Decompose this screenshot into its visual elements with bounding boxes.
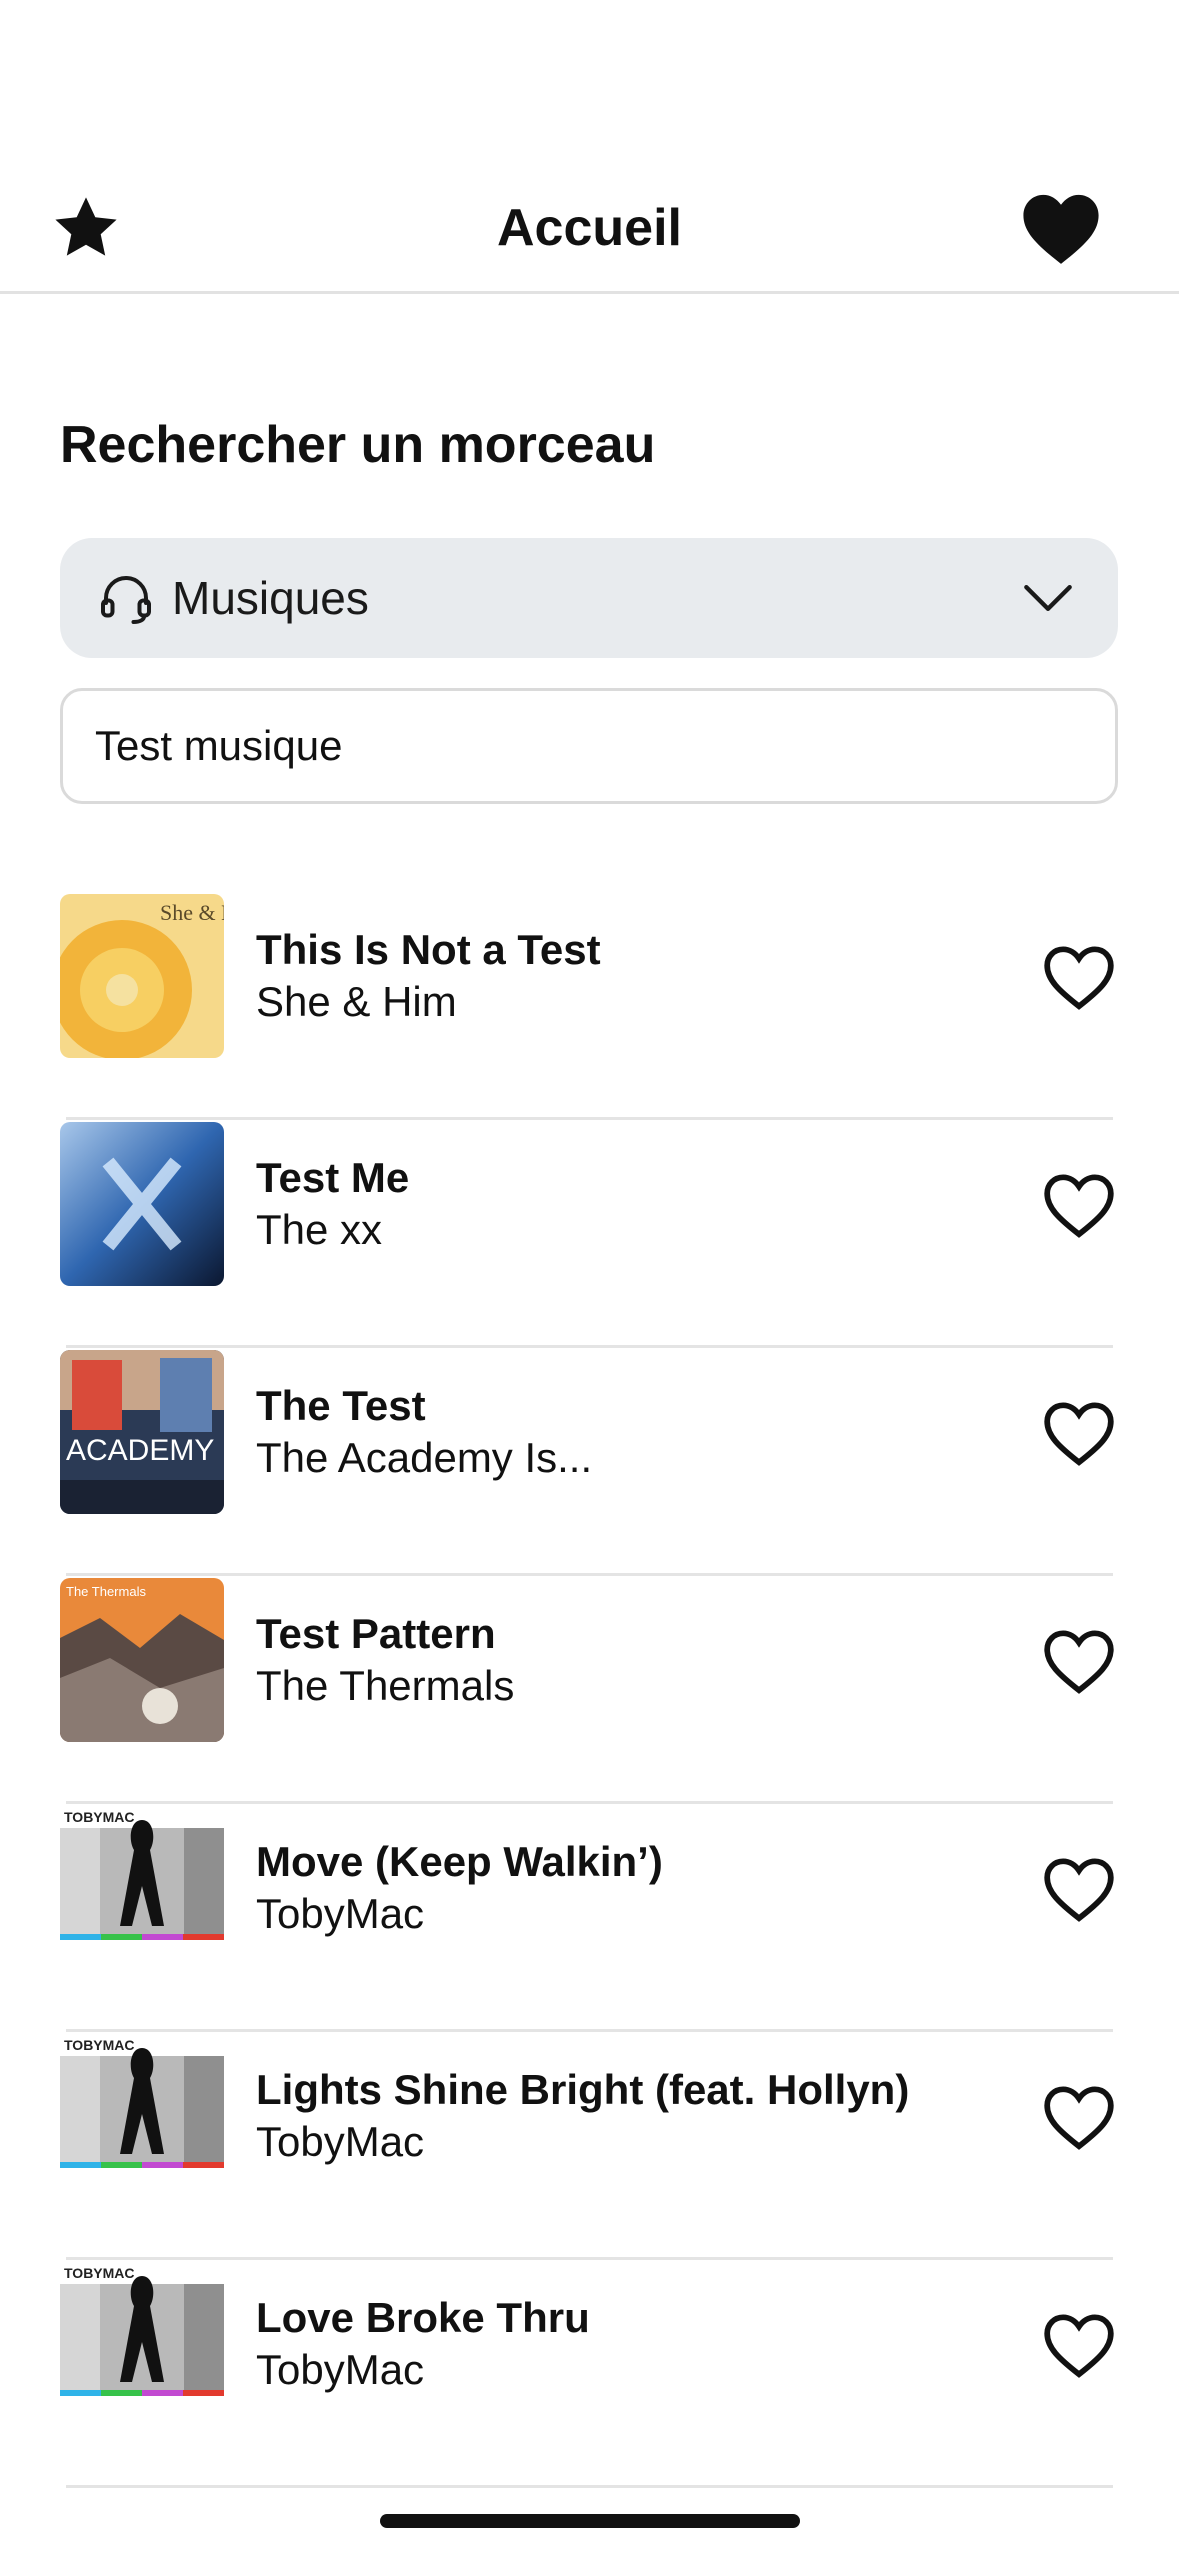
results-list: She & Him This Is Not a Test She & Him <box>0 892 1179 2488</box>
heart-outline-icon[interactable] <box>1040 1170 1118 1240</box>
artwork-text: TOBYMAC <box>64 1809 135 1825</box>
track-title: Test Me <box>256 1154 410 1201</box>
result-row[interactable]: TOBYMAC Lights Shine Bright (feat. Holly… <box>0 2032 1179 2260</box>
track-title: This Is Not a Test <box>256 926 601 973</box>
category-dropdown[interactable]: Musiques <box>60 538 1118 658</box>
headphones-icon <box>100 576 151 624</box>
album-artwork: ACADEMY <box>60 1350 224 1514</box>
artwork-text: TOBYMAC <box>64 2265 135 2281</box>
track-artist: She & Him <box>256 978 457 1025</box>
album-artwork: TOBYMAC <box>60 1806 224 1970</box>
artwork-text: She & Him <box>160 900 224 925</box>
navigation-bar: Accueil <box>0 0 1179 294</box>
page-title: Accueil <box>497 199 682 257</box>
album-artwork: She & Him <box>60 894 224 1058</box>
album-artwork: The Thermals <box>60 1578 224 1742</box>
search-section-title: Rechercher un morceau <box>60 416 656 474</box>
track-artist: TobyMac <box>256 2346 425 2393</box>
track-artist: TobyMac <box>256 2118 425 2165</box>
result-row[interactable]: The Thermals Test Pattern The Thermals <box>0 1576 1179 1804</box>
heart-outline-icon[interactable] <box>1040 1626 1118 1696</box>
track-artist: The xx <box>256 1206 383 1253</box>
track-title: Lights Shine Bright (feat. Hollyn) <box>256 2066 910 2113</box>
heart-outline-icon[interactable] <box>1040 942 1118 1012</box>
result-row[interactable]: TOBYMAC Move (Keep Walkin’) TobyMac <box>0 1804 1179 2032</box>
result-row[interactable]: Test Me The xx <box>0 1120 1179 1348</box>
result-row[interactable]: TOBYMAC Love Broke Thru TobyMac <box>0 2260 1179 2488</box>
result-row[interactable]: ACADEMY The Test The Academy Is... <box>0 1348 1179 1576</box>
result-row[interactable]: She & Him This Is Not a Test She & Him <box>0 892 1179 1120</box>
search-input[interactable] <box>60 688 1118 804</box>
artwork-text: ACADEMY <box>66 1434 214 1467</box>
heart-outline-icon[interactable] <box>1040 1854 1118 1924</box>
album-artwork: TOBYMAC <box>60 2034 224 2198</box>
heart-outline-icon[interactable] <box>1040 2082 1118 2152</box>
heart-outline-icon[interactable] <box>1040 1398 1118 1468</box>
category-selected-label: Musiques <box>172 572 369 624</box>
heart-filled-icon[interactable] <box>1020 190 1102 266</box>
track-artist: TobyMac <box>256 1890 425 1937</box>
track-title: Love Broke Thru <box>256 2294 590 2341</box>
chevron-down-icon <box>1024 585 1072 611</box>
track-artist: The Academy Is... <box>256 1434 593 1481</box>
track-title: Test Pattern <box>256 1610 496 1657</box>
track-artist: The Thermals <box>256 1662 515 1709</box>
row-divider <box>66 2485 1113 2488</box>
artwork-text: TOBYMAC <box>64 2037 135 2053</box>
home-indicator <box>380 2514 800 2528</box>
artwork-text: The Thermals <box>66 1584 146 1599</box>
heart-outline-icon[interactable] <box>1040 2310 1118 2380</box>
album-artwork: TOBYMAC <box>60 2262 224 2426</box>
album-artwork <box>60 1122 224 1286</box>
track-title: The Test <box>256 1382 426 1429</box>
track-title: Move (Keep Walkin’) <box>256 1838 663 1885</box>
